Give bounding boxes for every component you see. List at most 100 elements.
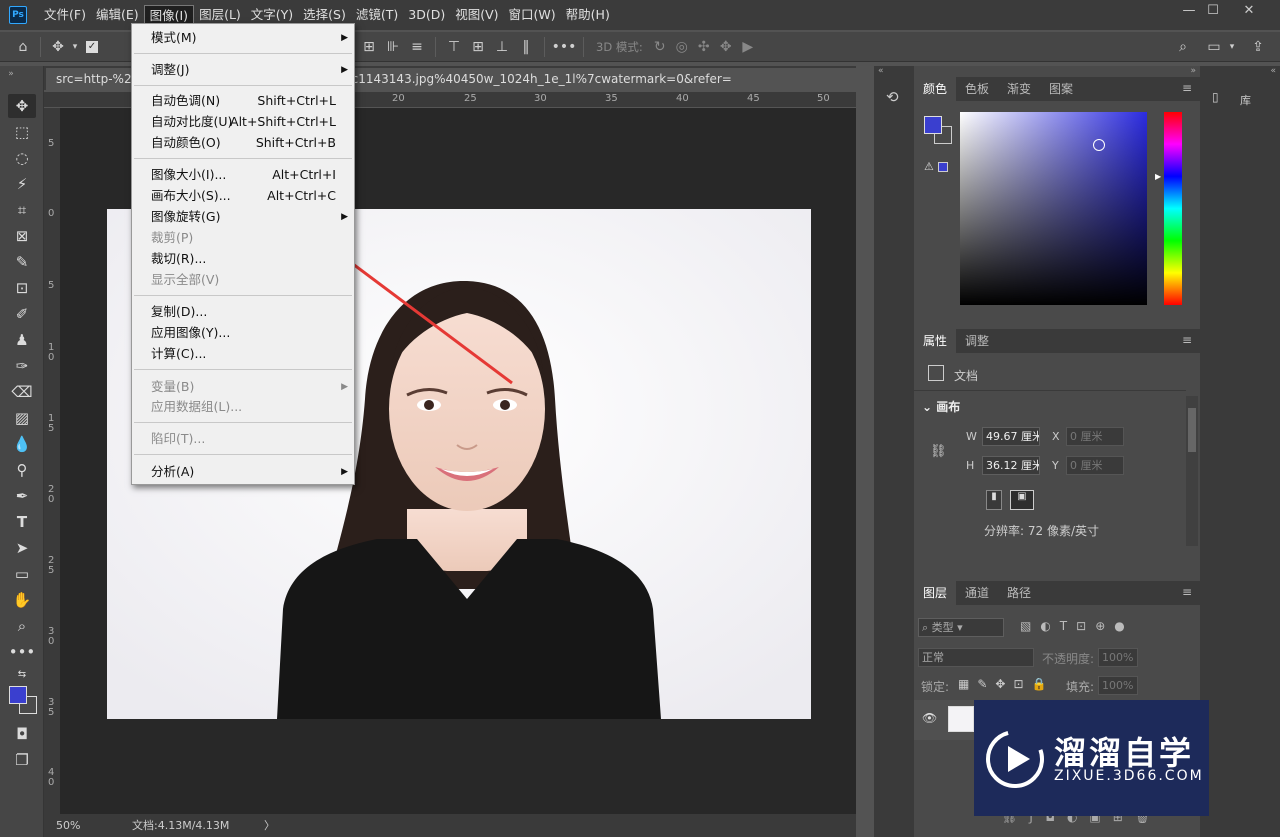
menu-edit[interactable]: 编辑(E) <box>91 5 144 25</box>
move-tool-icon[interactable]: ✥ <box>8 94 36 118</box>
opacity-field[interactable]: 100% <box>1098 648 1138 667</box>
width-field[interactable]: 49.67 厘米 <box>982 427 1040 446</box>
menu-filter[interactable]: 滤镜(T) <box>351 5 403 25</box>
hue-slider-handle[interactable]: ▶ <box>1155 172 1161 181</box>
menu-help[interactable]: 帮助(H) <box>561 5 615 25</box>
screen-mode-icon[interactable]: ❐ <box>8 748 36 772</box>
blur-tool-icon[interactable]: 💧 <box>8 432 36 456</box>
layer-filter-select[interactable]: ⌕ 类型 ▾ <box>918 618 1004 637</box>
panel-menu-icon[interactable]: ≡ <box>1182 81 1192 95</box>
zoom-level[interactable]: 50% <box>56 814 80 837</box>
marquee-tool-icon[interactable]: ⬚ <box>8 120 36 144</box>
menu-item-apply-image[interactable]: 应用图像(Y)... <box>132 323 354 343</box>
workspace-icon[interactable]: ▭ <box>1203 36 1225 58</box>
menu-item-auto-tone[interactable]: 自动色调(N) Shift+Ctrl+L <box>132 91 354 111</box>
pen-tool-icon[interactable]: ✒ <box>8 484 36 508</box>
eye-icon[interactable]: 👁 <box>922 711 937 725</box>
dodge-tool-icon[interactable]: ⚲ <box>8 458 36 482</box>
chevron-down-icon[interactable]: ▾ <box>1226 36 1238 58</box>
collapse-icon[interactable]: » <box>1190 66 1196 76</box>
tab-layers[interactable]: 图层 <box>914 581 957 605</box>
portrait-orientation-icon[interactable]: ▮ <box>986 490 1002 510</box>
gradient-tool-icon[interactable]: ▨ <box>8 406 36 430</box>
crop-tool-icon[interactable]: ⌗ <box>8 198 36 222</box>
menu-type[interactable]: 文字(Y) <box>246 5 298 25</box>
fg-color-chip[interactable] <box>924 116 942 134</box>
hue-slider[interactable] <box>1164 112 1182 305</box>
tab-patterns[interactable]: 图案 <box>1040 77 1082 101</box>
menu-select[interactable]: 选择(S) <box>298 5 351 25</box>
align-bottom-icon[interactable]: ⊥ <box>490 36 514 58</box>
zoom-tool-icon[interactable]: ⌕ <box>8 614 36 638</box>
tab-paths[interactable]: 路径 <box>998 581 1040 605</box>
distribute-v-icon[interactable]: ‖ <box>514 36 538 58</box>
menu-item-mode[interactable]: 模式(M) ▶ <box>132 28 354 48</box>
hand-tool-icon[interactable]: ✋ <box>8 588 36 612</box>
share-icon[interactable]: ⇪ <box>1247 36 1269 58</box>
blend-mode-select[interactable]: 正常 <box>918 648 1034 667</box>
align-top-icon[interactable]: ⊤ <box>442 36 466 58</box>
canvas-section-toggle[interactable]: ⌄ 画布 <box>922 398 960 415</box>
align-center-icon[interactable]: ⊞ <box>357 36 381 58</box>
rectangle-tool-icon[interactable]: ▭ <box>8 562 36 586</box>
swap-colors-icon[interactable]: ⇆ <box>8 666 36 682</box>
quick-mask-icon[interactable]: ◘ <box>8 722 36 746</box>
close-button[interactable]: ✕ <box>1232 0 1266 22</box>
foreground-color-swatch[interactable] <box>9 686 27 704</box>
3d-roll-icon[interactable]: ◎ <box>671 36 693 58</box>
menu-item-analysis[interactable]: 分析(A) ▶ <box>132 462 354 482</box>
healing-tool-icon[interactable]: ⊡ <box>8 276 36 300</box>
menu-item-image-size[interactable]: 图像大小(I)... Alt+Ctrl+I <box>132 165 354 185</box>
menu-item-calculations[interactable]: 计算(C)... <box>132 344 354 364</box>
move-tool-icon[interactable]: ✥ <box>47 36 69 58</box>
auto-select-checkbox[interactable]: ✓ <box>81 36 103 58</box>
menu-item-image-rotation[interactable]: 图像旋转(G) ▶ <box>132 207 354 227</box>
tab-adjustments[interactable]: 调整 <box>956 329 998 353</box>
menu-image[interactable]: 图像(I) <box>143 5 195 25</box>
3d-orbit-icon[interactable]: ↻ <box>649 36 671 58</box>
type-tool-icon[interactable]: T <box>8 510 36 534</box>
library-icon[interactable]: ▯ <box>1212 90 1219 104</box>
tab-properties[interactable]: 属性 <box>914 329 957 353</box>
lock-icons[interactable]: ▦✎✥⊡🔒 <box>958 677 1054 691</box>
layer-filter-icons[interactable]: ▧◐T⊡⊕● <box>1020 619 1134 633</box>
distribute-icon[interactable]: ≡ <box>405 36 429 58</box>
maximize-button[interactable]: ☐ <box>1196 0 1230 22</box>
y-field[interactable]: 0 厘米 <box>1066 456 1124 475</box>
menu-layer[interactable]: 图层(L) <box>194 5 246 25</box>
tab-channels[interactable]: 通道 <box>956 581 998 605</box>
collapse-icon[interactable]: » <box>4 68 18 80</box>
chevron-down-icon[interactable]: ▾ <box>69 36 81 58</box>
brush-tool-icon[interactable]: ✐ <box>8 302 36 326</box>
menu-item-duplicate[interactable]: 复制(D)... <box>132 302 354 322</box>
x-field[interactable]: 0 厘米 <box>1066 427 1124 446</box>
tab-gradients[interactable]: 渐变 <box>998 77 1040 101</box>
color-picker-handle[interactable] <box>1093 139 1105 151</box>
menu-item-auto-color[interactable]: 自动颜色(O) Shift+Ctrl+B <box>132 133 354 153</box>
3d-slide-icon[interactable]: ✥ <box>715 36 737 58</box>
search-icon[interactable]: ⌕ <box>1172 36 1194 58</box>
tab-swatches[interactable]: 色板 <box>956 77 998 101</box>
lasso-tool-icon[interactable]: ◌ <box>8 146 36 170</box>
collapse-icon[interactable]: « <box>878 66 884 76</box>
web-safe-chip[interactable] <box>938 162 948 172</box>
link-icon[interactable]: ⛓ <box>930 444 947 459</box>
stamp-tool-icon[interactable]: ♟ <box>8 328 36 352</box>
menu-item-auto-contrast[interactable]: 自动对比度(U) Alt+Shift+Ctrl+L <box>132 112 354 132</box>
menu-3d[interactable]: 3D(D) <box>403 5 450 25</box>
3d-pan-icon[interactable]: ✣ <box>693 36 715 58</box>
landscape-orientation-icon[interactable]: ▣ <box>1010 490 1034 510</box>
menu-item-canvas-size[interactable]: 画布大小(S)... Alt+Ctrl+C <box>132 186 354 206</box>
history-icon[interactable]: ⟲ <box>886 88 899 106</box>
color-field[interactable] <box>960 112 1147 305</box>
magic-wand-tool-icon[interactable]: ⚡ <box>8 172 36 196</box>
library-label[interactable]: 库 <box>1240 92 1251 108</box>
align-right-icon[interactable]: ⊪ <box>381 36 405 58</box>
collapse-icon[interactable]: « <box>1270 66 1276 76</box>
eyedropper-tool-icon[interactable]: ✎ <box>8 250 36 274</box>
fill-field[interactable]: 100% <box>1098 676 1138 695</box>
menu-view[interactable]: 视图(V) <box>450 5 503 25</box>
status-arrow-icon[interactable]: 〉 <box>264 814 275 837</box>
more-tools-icon[interactable]: ••• <box>8 640 36 664</box>
height-field[interactable]: 36.12 厘米 <box>982 456 1040 475</box>
